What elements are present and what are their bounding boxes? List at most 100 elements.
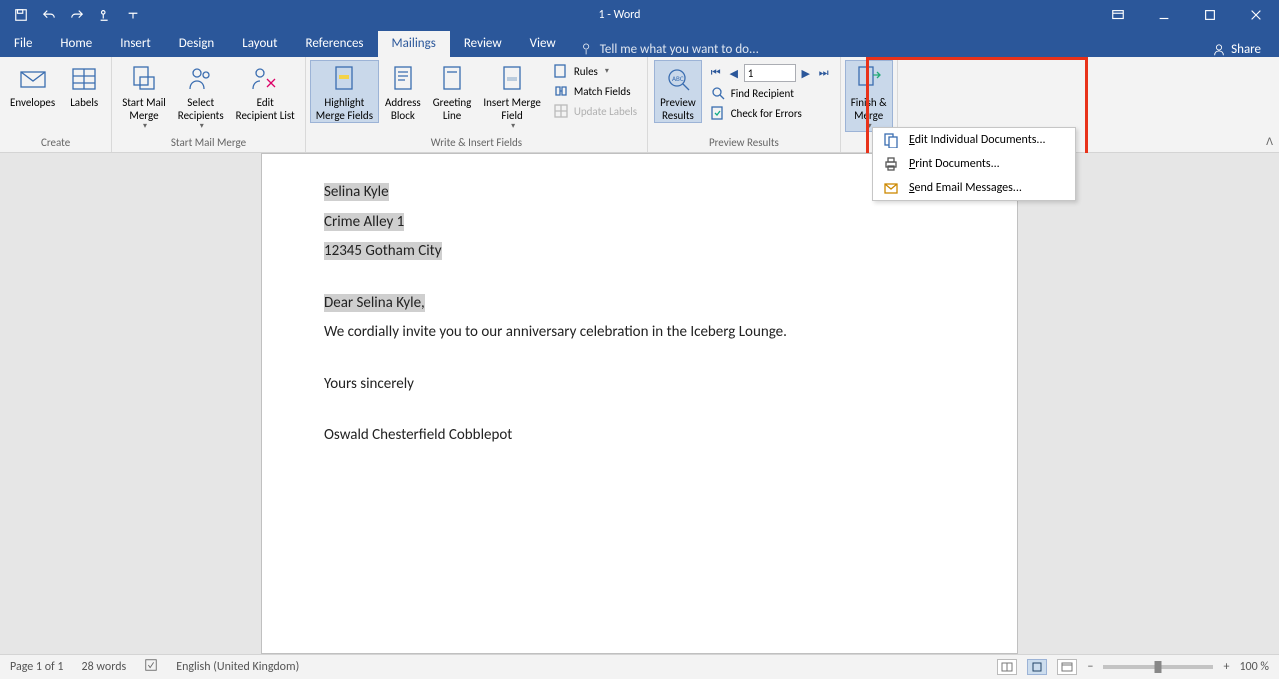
find-recipient-button[interactable]: Find Recipient [708,84,832,102]
preview-icon: ABC [662,63,694,95]
next-record-icon[interactable]: ▶ [798,65,814,81]
edit-docs-icon [883,132,899,148]
menu-edit-label: dit Individual Documents... [915,133,1046,147]
group-create: Envelopes Labels Create [0,57,112,152]
rules-icon [553,63,569,79]
title-bar: 1 - Word [0,0,1279,30]
find-icon [710,85,726,101]
start-mail-merge-button[interactable]: Start Mail Merge [116,60,172,132]
read-mode-icon[interactable] [997,659,1017,675]
record-number-input[interactable] [744,64,796,82]
preview-results-button[interactable]: ABC Preview Results [654,60,702,123]
menu-edit-documents[interactable]: Edit Individual Documents... [873,128,1075,152]
tab-view[interactable]: View [516,31,570,57]
menu-email-label: end Email Messages... [915,181,1022,195]
collapse-ribbon-icon[interactable]: ᐱ [1266,135,1273,148]
rules-button[interactable]: Rules [551,62,639,80]
zoom-in-icon[interactable]: + [1223,660,1229,674]
ribbon-display-icon[interactable] [1095,0,1141,30]
touch-mode-icon[interactable] [94,4,116,26]
update-labels-button: Update Labels [551,102,639,120]
tab-review[interactable]: Review [450,31,516,57]
finish-merge-button[interactable]: Finish & Merge [845,60,893,132]
maximize-icon[interactable] [1187,0,1233,30]
proofing-icon[interactable] [144,658,158,676]
merge-field-salutation: Dear Selina Kyle, [324,294,425,312]
signature-text: Oswald Chesterfield Cobblepot [324,423,957,449]
group-preview-results: ABC Preview Results ⏮ ◀ ▶ ⏭ Find Recipie… [648,57,841,152]
save-icon[interactable] [10,4,32,26]
update-labels-icon [553,103,569,119]
group-label-wif: Write & Insert Fields [306,134,647,152]
window-controls [1095,0,1279,30]
menu-print-documents[interactable]: Print Documents... [873,152,1075,176]
select-recipients-button[interactable]: Select Recipients [172,60,230,132]
status-page[interactable]: Page 1 of 1 [10,660,64,674]
labels-icon [68,63,100,95]
ribbon: Envelopes Labels Create Start Mail Merge… [0,57,1279,153]
address-block-button[interactable]: Address Block [379,60,427,123]
record-pager: ⏮ ◀ ▶ ⏭ [708,64,832,82]
match-fields-button[interactable]: Match Fields [551,82,639,100]
minimize-icon[interactable] [1141,0,1187,30]
tab-references[interactable]: References [292,31,378,57]
redo-icon[interactable] [66,4,88,26]
tab-mailings[interactable]: Mailings [378,31,450,57]
menu-send-email[interactable]: Send Email Messages... [873,176,1075,200]
edit-recipient-list-button[interactable]: Edit Recipient List [230,60,301,123]
close-icon[interactable] [1233,0,1279,30]
highlight-merge-fields-button[interactable]: Highlight Merge Fields [310,60,379,123]
status-bar: Page 1 of 1 28 words English (United Kin… [0,654,1279,679]
window-title: 1 - Word [144,8,1095,22]
envelopes-button[interactable]: Envelopes [4,60,61,111]
tab-design[interactable]: Design [165,31,228,57]
finish-merge-menu: Edit Individual Documents... Print Docum… [872,127,1076,201]
email-icon [883,180,899,196]
ribbon-tabs: File Home Insert Design Layout Reference… [0,30,1279,57]
merge-field-address: Crime Alley 1 [324,213,404,231]
greeting-icon [436,63,468,95]
greeting-line-button[interactable]: Greeting Line [427,60,478,123]
tell-me-placeholder: Tell me what you want to do... [600,42,759,57]
merge-field-name: Selina Kyle [324,183,389,201]
labels-button[interactable]: Labels [61,60,107,111]
edit-list-icon [249,63,281,95]
tab-file[interactable]: File [0,31,46,57]
envelope-icon [17,63,49,95]
zoom-slider[interactable] [1103,665,1213,669]
status-language[interactable]: English (United Kingdom) [176,660,299,674]
web-layout-icon[interactable] [1057,659,1077,675]
group-label-preview: Preview Results [648,134,840,152]
group-label-smm: Start Mail Merge [112,134,305,152]
svg-text:ABC: ABC [672,74,684,83]
mail-merge-icon [128,63,160,95]
finish-merge-icon [853,63,885,95]
status-words[interactable]: 28 words [82,660,127,674]
quick-access-toolbar [0,4,144,26]
print-layout-icon[interactable] [1027,659,1047,675]
zoom-value[interactable]: 100 % [1239,660,1269,674]
print-icon [883,156,899,172]
zoom-out-icon[interactable]: − [1087,660,1093,674]
menu-print-label: rint Documents... [915,157,1000,171]
tab-layout[interactable]: Layout [228,31,291,57]
closing-text: Yours sincerely [324,372,957,398]
prev-record-icon[interactable]: ◀ [726,65,742,81]
insert-merge-field-button[interactable]: Insert Merge Field [477,60,546,132]
tab-insert[interactable]: Insert [106,31,165,57]
address-block-icon [387,63,419,95]
document-workspace: Selina Kyle Crime Alley 1 12345 Gotham C… [0,153,1279,654]
check-errors-icon [710,105,726,121]
merge-field-city: 12345 Gotham City [324,242,442,260]
first-record-icon[interactable]: ⏮ [708,65,724,81]
match-icon [553,83,569,99]
share-button[interactable]: Share [1212,42,1261,57]
last-record-icon[interactable]: ⏭ [816,65,832,81]
document-page[interactable]: Selina Kyle Crime Alley 1 12345 Gotham C… [261,153,1018,654]
customize-qat-icon[interactable] [122,4,144,26]
check-errors-button[interactable]: Check for Errors [708,104,832,122]
tab-home[interactable]: Home [46,31,106,57]
tell-me-search[interactable]: Tell me what you want to do... [580,42,759,57]
group-label-create: Create [0,134,111,152]
undo-icon[interactable] [38,4,60,26]
